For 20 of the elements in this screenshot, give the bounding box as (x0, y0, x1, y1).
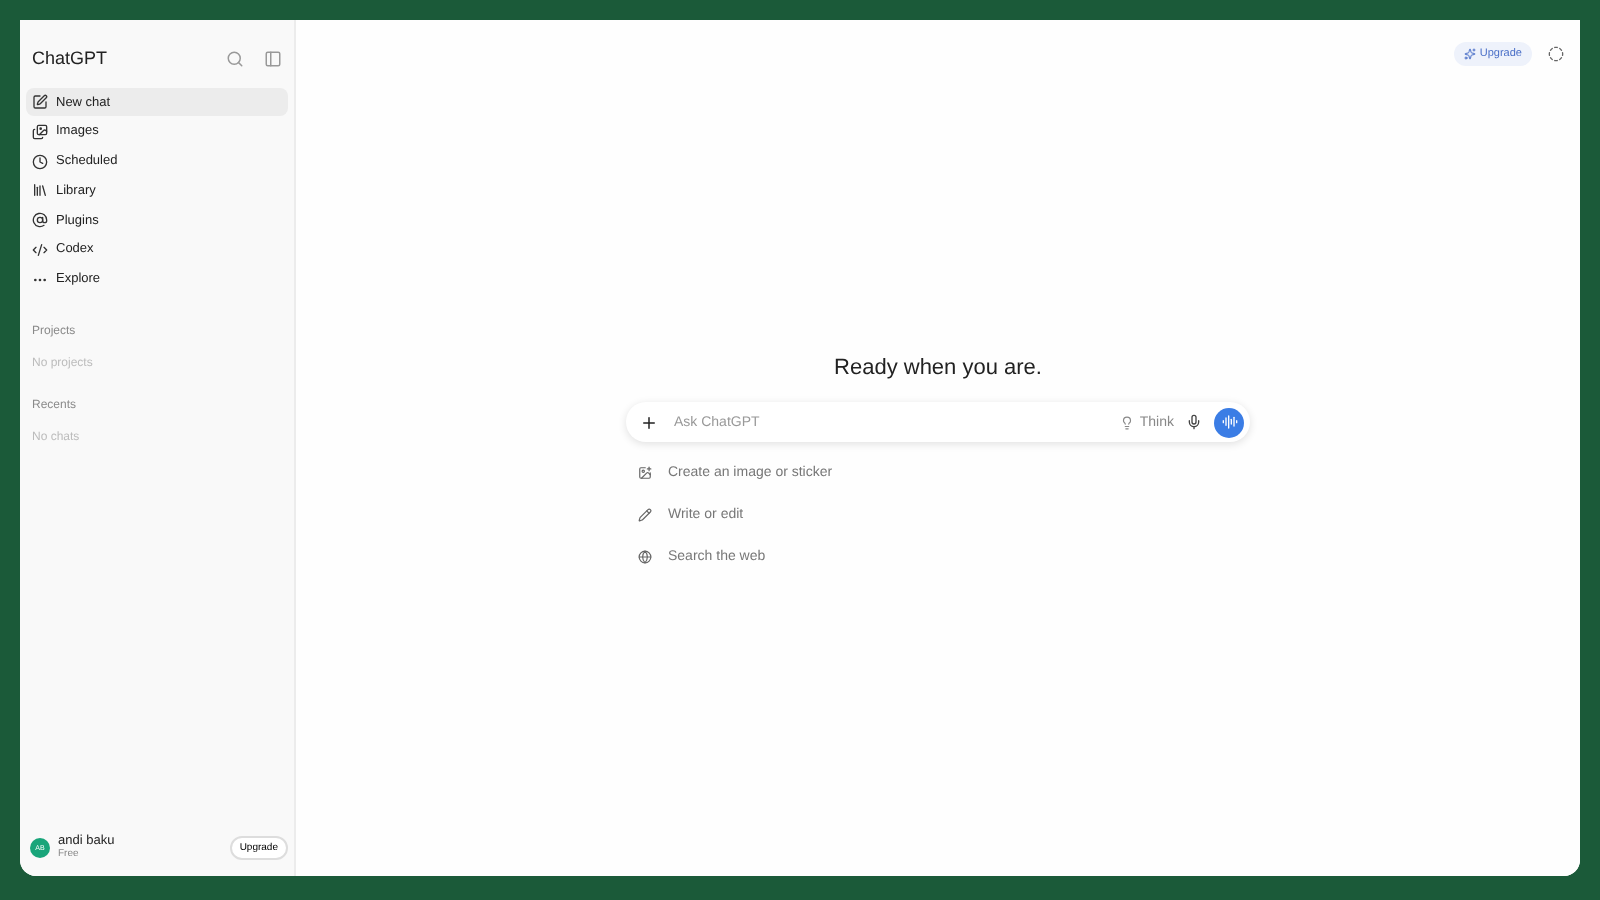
waveform-icon (1221, 414, 1237, 430)
globe-icon (638, 550, 652, 564)
compose-icon (32, 94, 48, 110)
heading: Ready when you are. (834, 356, 1042, 380)
app-title: ChatGPT (32, 48, 110, 68)
plus-icon[interactable] (640, 413, 658, 431)
temporary-chat-icon[interactable] (1548, 46, 1564, 62)
microphone-icon[interactable] (1186, 414, 1202, 430)
sparkle-icon (1463, 48, 1476, 60)
at-sign-icon (32, 212, 48, 229)
pencil-icon (638, 508, 652, 522)
library-icon (32, 182, 48, 199)
clock-icon (32, 153, 48, 170)
voice-button[interactable] (1214, 407, 1244, 437)
lightbulb-icon (1119, 415, 1134, 429)
sidebar-toggle-icon[interactable] (264, 49, 282, 67)
images-icon (32, 123, 48, 140)
image-icon (638, 466, 652, 480)
search-icon[interactable] (226, 49, 244, 67)
code-icon (32, 241, 48, 258)
